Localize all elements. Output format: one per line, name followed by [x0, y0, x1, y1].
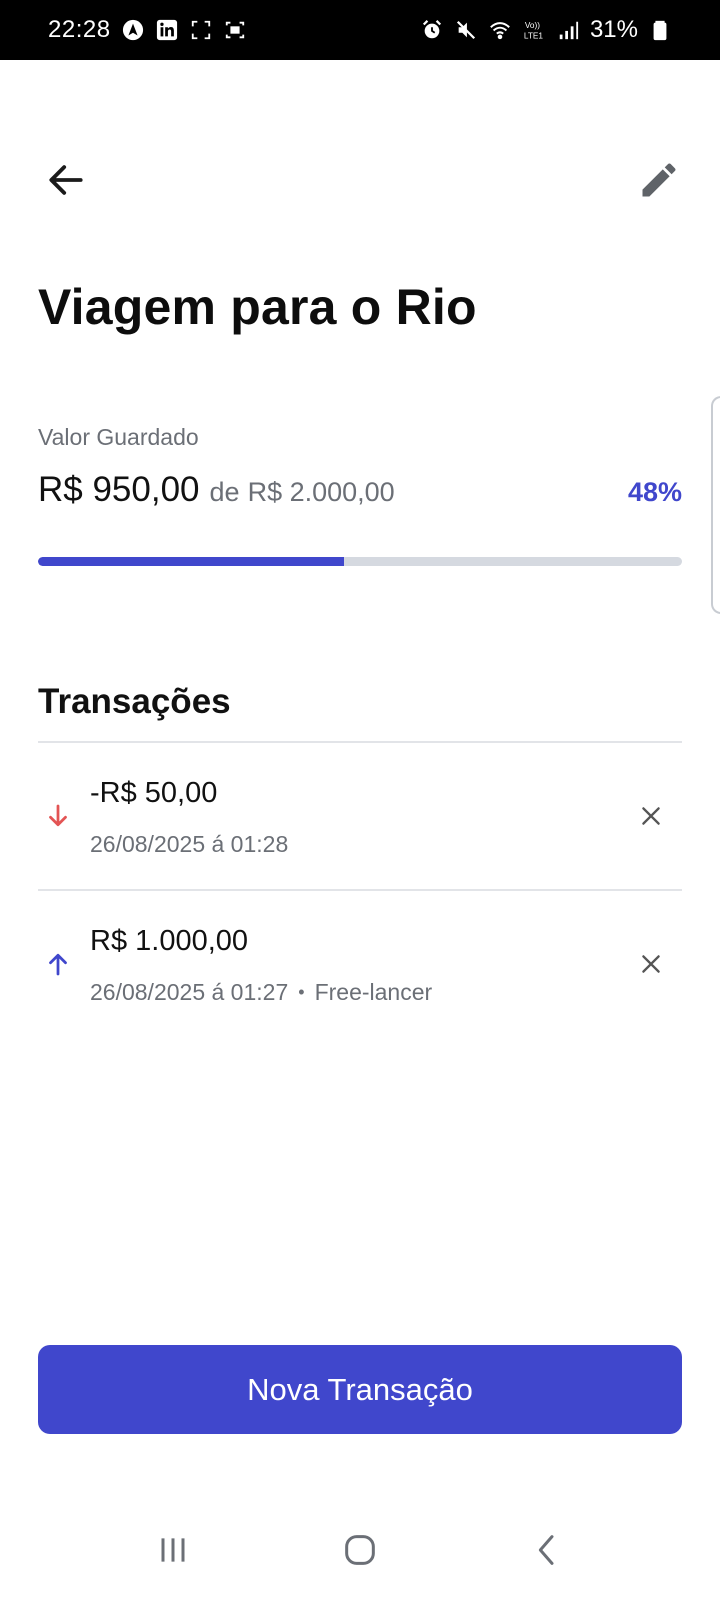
transaction-amount: R$ 1.000,00	[90, 925, 249, 957]
system-nav-bar	[0, 1500, 720, 1600]
transaction-amount: -R$ 50,00	[90, 777, 218, 809]
svg-text:LTE1: LTE1	[524, 31, 544, 40]
mute-icon	[454, 18, 478, 42]
delete-transaction-button[interactable]	[628, 941, 674, 987]
status-bar: 22:28 Vo)) LTE1 31%	[0, 0, 720, 60]
progress-bar	[38, 557, 682, 566]
saved-value-label: Valor Guardado	[38, 424, 199, 450]
arrow-back-icon	[49, 165, 83, 195]
transaction-row[interactable]: R$ 1.000,00 26/08/2025 á 01:27 • Free-la…	[38, 891, 682, 1041]
home-button[interactable]	[330, 1520, 390, 1580]
navigation-icon	[121, 18, 145, 42]
battery-icon	[648, 18, 672, 42]
battery-percent: 31%	[589, 16, 638, 43]
transaction-meta: 26/08/2025 á 01:27 • Free-lancer	[90, 979, 432, 1006]
volte-icon: Vo)) LTE1	[522, 18, 546, 42]
page-title: Viagem para o Rio	[38, 279, 477, 335]
status-right: Vo)) LTE1 31%	[420, 16, 672, 44]
wifi-icon	[488, 18, 512, 42]
pencil-icon	[642, 163, 676, 197]
transaction-date: 26/08/2025 á 01:27	[90, 979, 289, 1005]
transaction-date: 26/08/2025 á 01:28	[90, 831, 289, 857]
system-back-button[interactable]	[517, 1520, 577, 1580]
back-icon	[538, 1535, 554, 1565]
screen: 22:28 Vo)) LTE1 31% Viagem para o Rio Va…	[0, 0, 720, 1600]
signal-icon	[556, 18, 580, 42]
status-left: 22:28	[48, 16, 247, 44]
new-transaction-button[interactable]: Nova Transação	[38, 1345, 682, 1434]
scroll-edge-indicator	[711, 396, 720, 614]
amount-row: R$ 950,00 de R$ 2.000,00 48%	[38, 470, 682, 510]
recent-apps-button[interactable]	[143, 1520, 203, 1580]
linkedin-icon	[155, 18, 179, 42]
svg-text:Vo)): Vo))	[525, 21, 540, 30]
screen-record-icon	[223, 18, 247, 42]
transaction-row[interactable]: -R$ 50,00 26/08/2025 á 01:28	[38, 743, 682, 893]
status-time: 22:28	[48, 16, 111, 43]
back-button[interactable]	[38, 152, 94, 208]
arrow-up-icon	[38, 944, 78, 984]
alarm-icon	[420, 18, 444, 42]
target-amount: R$ 2.000,00	[247, 477, 395, 507]
home-icon	[345, 1535, 375, 1565]
separator-dot: •	[298, 982, 305, 1002]
edit-button[interactable]	[631, 152, 687, 208]
of-label: de	[209, 477, 240, 507]
transaction-meta: 26/08/2025 á 01:28	[90, 831, 288, 858]
close-icon	[642, 807, 660, 825]
screenshot-icon	[189, 18, 213, 42]
recent-apps-icon	[161, 1538, 185, 1562]
progress-bar-fill	[38, 557, 344, 566]
close-icon	[642, 955, 660, 973]
current-amount: R$ 950,00	[38, 470, 200, 509]
arrow-down-icon	[38, 796, 78, 836]
progress-percent: 48%	[627, 477, 682, 507]
transaction-category: Free-lancer	[314, 979, 433, 1005]
transactions-title: Transações	[38, 682, 231, 721]
delete-transaction-button[interactable]	[628, 793, 674, 839]
